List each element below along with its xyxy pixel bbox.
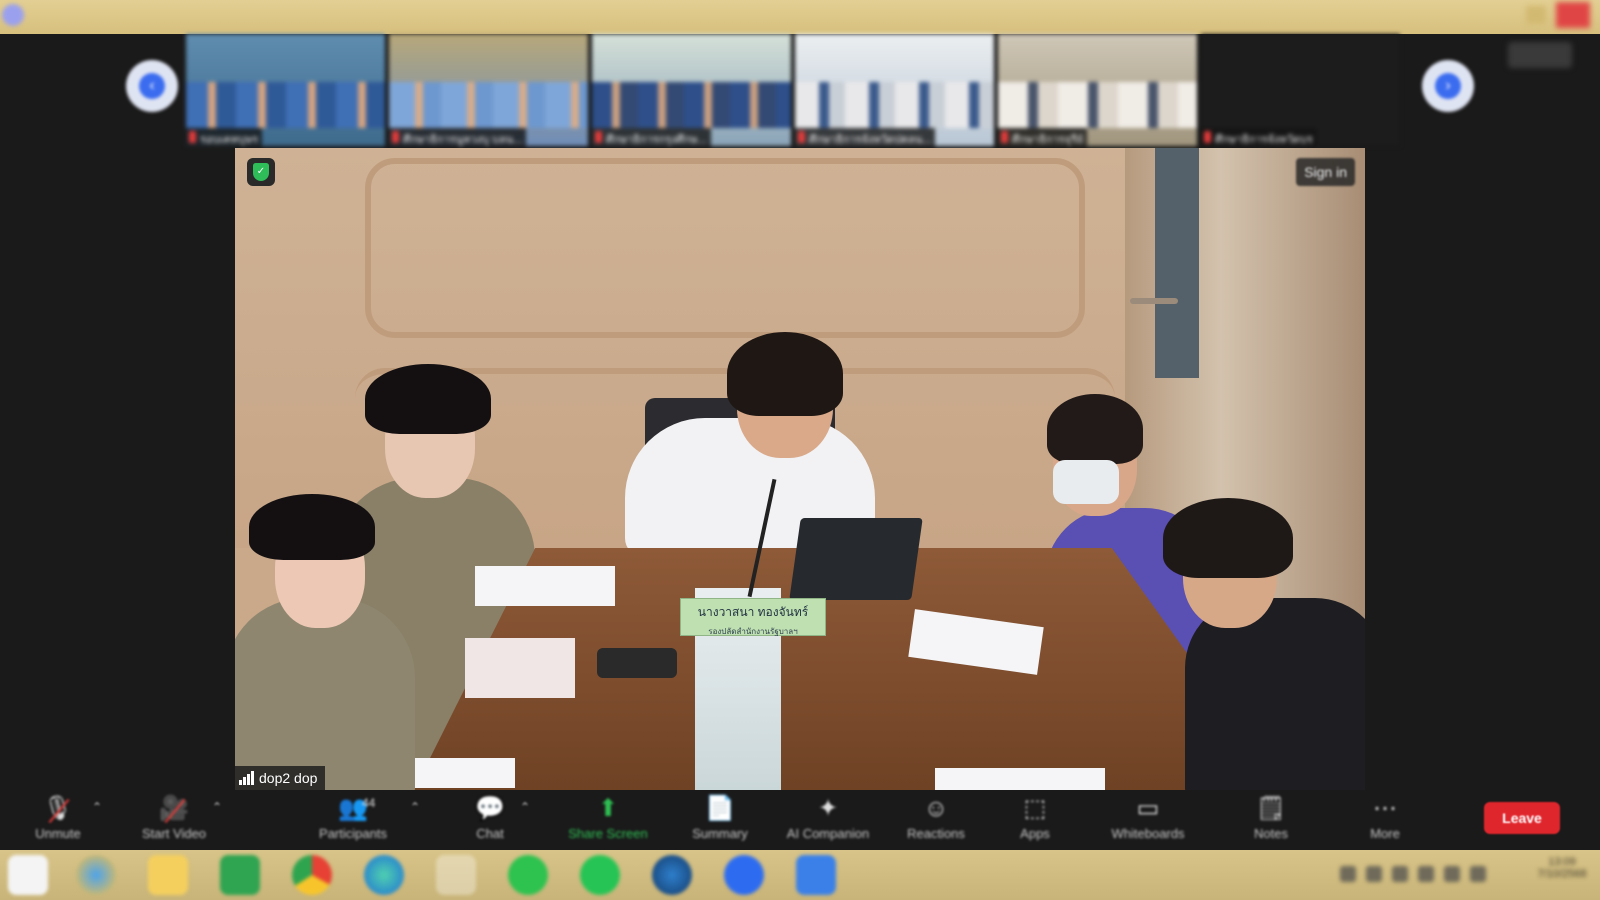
leave-button[interactable]: Leave xyxy=(1484,802,1560,834)
emoji-reaction-icon: ☺ xyxy=(923,795,949,822)
participant-thumbnail[interactable]: ศึกษาธิการนูหวงบุ บลน... xyxy=(389,34,588,146)
minimize-button[interactable] xyxy=(1526,6,1546,24)
security-shield-icon[interactable]: ✓ xyxy=(247,158,275,186)
apps-icon: ⬚ xyxy=(1023,795,1047,822)
unmute-button[interactable]: 🎙 Unmute xyxy=(26,794,90,850)
thumbnail-name: ศึกษาธิการจุรีย์ xyxy=(1012,134,1084,146)
thumbnail-name: ศึกษาธิการจังหวัดปตลน... xyxy=(809,134,932,146)
close-button[interactable] xyxy=(1556,2,1590,28)
thumbnail-name: ศึกษาธิการจังหวัดบร xyxy=(1215,134,1313,146)
nameplate: นางวาสนา ทองจันทร์ รองปลัดสำนักงานรัฐบาล… xyxy=(680,598,826,636)
meeting-stage: ‹ › รอบเคหบุษร ศึกษาธิการนูหวงบุ บลน... … xyxy=(0,34,1600,790)
zoom-icon[interactable] xyxy=(724,855,764,895)
window-title-bar xyxy=(0,0,1600,34)
participants-button[interactable]: 👥 44 Participants xyxy=(308,794,398,850)
video-camera-off-icon: 🎥 xyxy=(130,794,218,824)
thumbnail-name: ศึกษาธิการนูหวงบุ บลน... xyxy=(403,134,523,146)
internet-explorer-icon[interactable] xyxy=(76,855,116,895)
muted-mic-icon xyxy=(1204,131,1211,143)
nameplate-name: นางวาสนา ทองจันทร์ xyxy=(697,605,809,619)
mail-icon[interactable] xyxy=(796,855,836,895)
share-screen-button[interactable]: ⬆ Share Screen xyxy=(560,794,656,850)
summary-document-icon: 📄 xyxy=(705,795,735,822)
thumbnail-name: รอบเคหบุษร xyxy=(200,134,259,146)
participants-icon: 👥 xyxy=(338,795,368,822)
notes-button[interactable]: 🗒 Notes xyxy=(1246,794,1296,850)
ellipsis-icon: ⋯ xyxy=(1373,795,1397,822)
muted-mic-icon xyxy=(1001,131,1008,143)
whiteboard-icon: ▭ xyxy=(1136,795,1160,822)
globe-icon[interactable] xyxy=(652,855,692,895)
microphone-muted-icon: 🎙 xyxy=(26,794,90,824)
ai-companion-button[interactable]: ✦ AI Companion xyxy=(776,794,880,850)
chrome-window-icon[interactable] xyxy=(436,855,476,895)
share-screen-icon: ⬆ xyxy=(597,795,619,822)
notes-icon: 🗒 xyxy=(1255,795,1287,822)
summary-button[interactable]: 📄 Summary xyxy=(682,794,758,850)
main-video-feed[interactable]: นางวาสนา ทองจันทร์ รองปลัดสำนักงานรัฐบาล… xyxy=(235,148,1365,790)
participant-thumbnail-strip: รอบเคหบุษร ศึกษาธิการนูหวงบุ บลน... ศึกษ… xyxy=(186,34,1406,146)
sparkle-icon: ✦ xyxy=(817,795,839,822)
audio-options-caret-icon[interactable]: ⌃ xyxy=(92,800,102,814)
document xyxy=(935,768,1105,790)
participant-thumbnail[interactable]: ศึกษาธิการจังหวัดบร xyxy=(1201,34,1400,146)
chrome-icon[interactable] xyxy=(292,855,332,895)
muted-mic-icon xyxy=(189,131,196,143)
whiteboards-button[interactable]: ▭ Whiteboards xyxy=(1102,794,1194,850)
muted-mic-icon xyxy=(392,131,399,143)
apps-button[interactable]: ⬚ Apps xyxy=(1010,794,1060,850)
thumbnail-name: ศึกษาธิการกรุงศึกษ... xyxy=(606,134,707,146)
chevron-right-icon: › xyxy=(1435,73,1461,99)
view-button[interactable] xyxy=(1508,42,1572,68)
nameplate-role: รองปลัดสำนักงานรัฐบาลฯ xyxy=(708,627,798,636)
system-tray[interactable] xyxy=(1340,866,1530,884)
next-page-button[interactable]: › xyxy=(1422,60,1474,112)
speaker-name-label: dop2 dop xyxy=(235,766,326,790)
video-options-caret-icon[interactable]: ⌃ xyxy=(212,800,222,814)
start-video-button[interactable]: 🎥 Start Video xyxy=(130,794,218,850)
muted-mic-icon xyxy=(595,131,602,143)
previous-page-button[interactable]: ‹ xyxy=(126,60,178,112)
system-clock[interactable]: 13:09 7/10/2568 xyxy=(1532,856,1592,880)
app-icon xyxy=(2,4,24,26)
chat-options-caret-icon[interactable]: ⌃ xyxy=(520,800,530,814)
file-explorer-icon[interactable] xyxy=(148,855,188,895)
muted-mic-icon xyxy=(798,131,805,143)
store-icon[interactable] xyxy=(220,855,260,895)
participants-count: 44 xyxy=(362,796,376,810)
chat-button[interactable]: 💬 Chat xyxy=(462,794,518,850)
participants-options-caret-icon[interactable]: ⌃ xyxy=(410,800,420,814)
document xyxy=(465,638,575,698)
participant-thumbnail[interactable]: ศึกษาธิการจุรีย์ xyxy=(998,34,1197,146)
line-icon[interactable] xyxy=(508,855,548,895)
signal-strength-icon xyxy=(239,771,254,785)
reactions-button[interactable]: ☺ Reactions xyxy=(900,794,972,850)
document xyxy=(475,566,615,606)
tablet xyxy=(789,518,923,600)
sign-in-button[interactable]: Sign in xyxy=(1296,158,1355,186)
chat-bubble-icon: 💬 xyxy=(475,795,505,822)
spotify-icon[interactable] xyxy=(580,855,620,895)
participant-thumbnail[interactable]: ศึกษาธิการกรุงศึกษ... xyxy=(592,34,791,146)
windows-taskbar: 13:09 7/10/2568 xyxy=(0,850,1600,900)
more-button[interactable]: ⋯ More xyxy=(1360,794,1410,850)
meeting-toolbar: 🎙 Unmute ⌃ 🎥 Start Video ⌃ 👥 44 Particip… xyxy=(0,790,1600,850)
speaker-name: dop2 dop xyxy=(259,770,318,786)
windows-start-icon[interactable] xyxy=(8,855,48,895)
edge-icon[interactable] xyxy=(364,855,404,895)
participant-thumbnail[interactable]: ศึกษาธิการจังหวัดปตลน... xyxy=(795,34,994,146)
participant-thumbnail[interactable]: รอบเคหบุษร xyxy=(186,34,385,146)
notebook xyxy=(415,758,515,788)
chevron-left-icon: ‹ xyxy=(139,73,165,99)
